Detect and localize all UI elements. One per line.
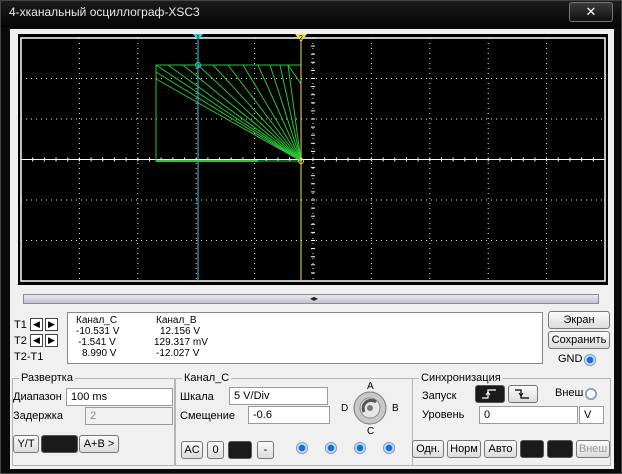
timebase-title: Развертка [19,372,75,384]
trigger-blank-button[interactable] [547,440,573,458]
auto-button[interactable]: Авто [484,440,517,458]
rising-edge-button[interactable] [475,385,505,403]
channel-a-radio[interactable] [296,442,308,454]
title-bar[interactable]: 4-хканальный осциллограф-XSC3 ✕ [1,1,621,27]
readout-value: -10.531 V [76,326,120,337]
scale-label: Шкала [180,391,214,403]
yt-button[interactable]: Y/T [13,435,39,453]
cursor-t1[interactable]: 1 [193,34,203,281]
trace-line [167,64,302,162]
ba-button[interactable] [41,435,78,453]
t1-left-arrow-icon[interactable]: ◀ [30,318,43,331]
a-plus-b-button[interactable]: A+B > [79,435,119,453]
gnd-radio[interactable] [584,354,596,366]
trace-line [155,78,302,162]
horizontal-scrollbar[interactable]: ◂▸ [23,294,599,304]
range-label: Диапазон [13,391,62,403]
channel-b-radio[interactable] [325,442,337,454]
single-button[interactable]: Одн. [412,440,444,458]
t2-left-arrow-icon[interactable]: ◀ [30,334,43,347]
minus-button[interactable]: - [257,441,274,459]
screen-button[interactable]: Экран [548,311,610,329]
scale-input[interactable]: 5 V/Div [229,387,328,405]
svg-text:2: 2 [299,35,303,42]
external-label: Внеш [555,387,584,399]
t2-label: T2 [14,335,27,347]
channel-d-radio[interactable] [383,442,395,454]
range-input[interactable]: 100 ms [66,388,173,406]
waveform-traces [155,64,302,162]
level-label: Уровень [422,409,465,421]
svg-text:1: 1 [196,35,200,42]
offset-input[interactable]: -0.6 [248,406,330,424]
channel-title: Канал_C [182,372,232,384]
rising-edge-icon [482,389,496,399]
falling-edge-button[interactable] [508,385,538,403]
dc-button[interactable] [228,441,252,459]
channel-c-radio[interactable] [354,442,366,454]
external-radio[interactable] [585,388,597,400]
knob-label-c: C [367,426,375,437]
readout-value: 8.990 V [82,348,117,359]
none-button[interactable] [520,440,544,458]
normal-button[interactable]: Норм [447,440,481,458]
delay-label: Задержка [13,410,63,422]
external-trigger-button[interactable]: Внеш [576,440,610,458]
center-axes [20,37,606,282]
oscilloscope-window: 4-хканальный осциллограф-XSC3 ✕ 1 2 ◂▸ T… [0,0,622,474]
offset-label: Смещение [180,410,236,422]
readout-value: 129.317 mV [154,337,208,348]
trace-line [242,64,302,162]
column-header: Канал_B [156,315,197,326]
ac-button[interactable]: AC [181,441,203,459]
window-title: 4-хканальный осциллограф-XSC3 [9,5,200,19]
trace-line [155,71,302,162]
trigger-title: Синхронизация [419,372,503,384]
gnd-label: GND [558,353,583,365]
readout-value: 12.156 V [160,326,201,337]
t1-right-arrow-icon[interactable]: ▶ [45,318,58,331]
readout-value: -12.027 V [156,348,200,359]
knob-label-d: D [341,403,349,414]
zero-button[interactable]: 0 [207,441,224,459]
level-unit-field[interactable]: V [579,406,604,424]
scroll-thumb-icon[interactable]: ◂▸ [310,295,318,303]
cursor-readout-table: Канал_C Канал_B -10.531 V 12.156 V -1.54… [67,312,543,364]
close-button[interactable]: ✕ [569,2,613,22]
start-label: Запуск [422,390,457,402]
channel-selector-knob[interactable] [352,390,388,426]
readout-value: -1.541 V [78,337,116,348]
falling-edge-icon [515,389,529,399]
trace-line [212,64,302,162]
save-button[interactable]: Сохранить [548,331,610,349]
delay-input[interactable]: 2 [85,407,173,425]
t1-label: T1 [14,319,27,331]
client-area: 1 2 ◂▸ T1 ◀ ▶ T2 ◀ ▶ T2-T1 Канал_C Канал… [10,29,614,469]
level-input[interactable]: 0 [479,406,578,424]
oscilloscope-screen[interactable]: 1 2 [18,34,608,285]
t2-right-arrow-icon[interactable]: ▶ [45,334,58,347]
knob-label-b: B [392,403,399,414]
column-header: Канал_C [76,315,118,326]
t2-t1-label: T2-T1 [14,351,44,363]
